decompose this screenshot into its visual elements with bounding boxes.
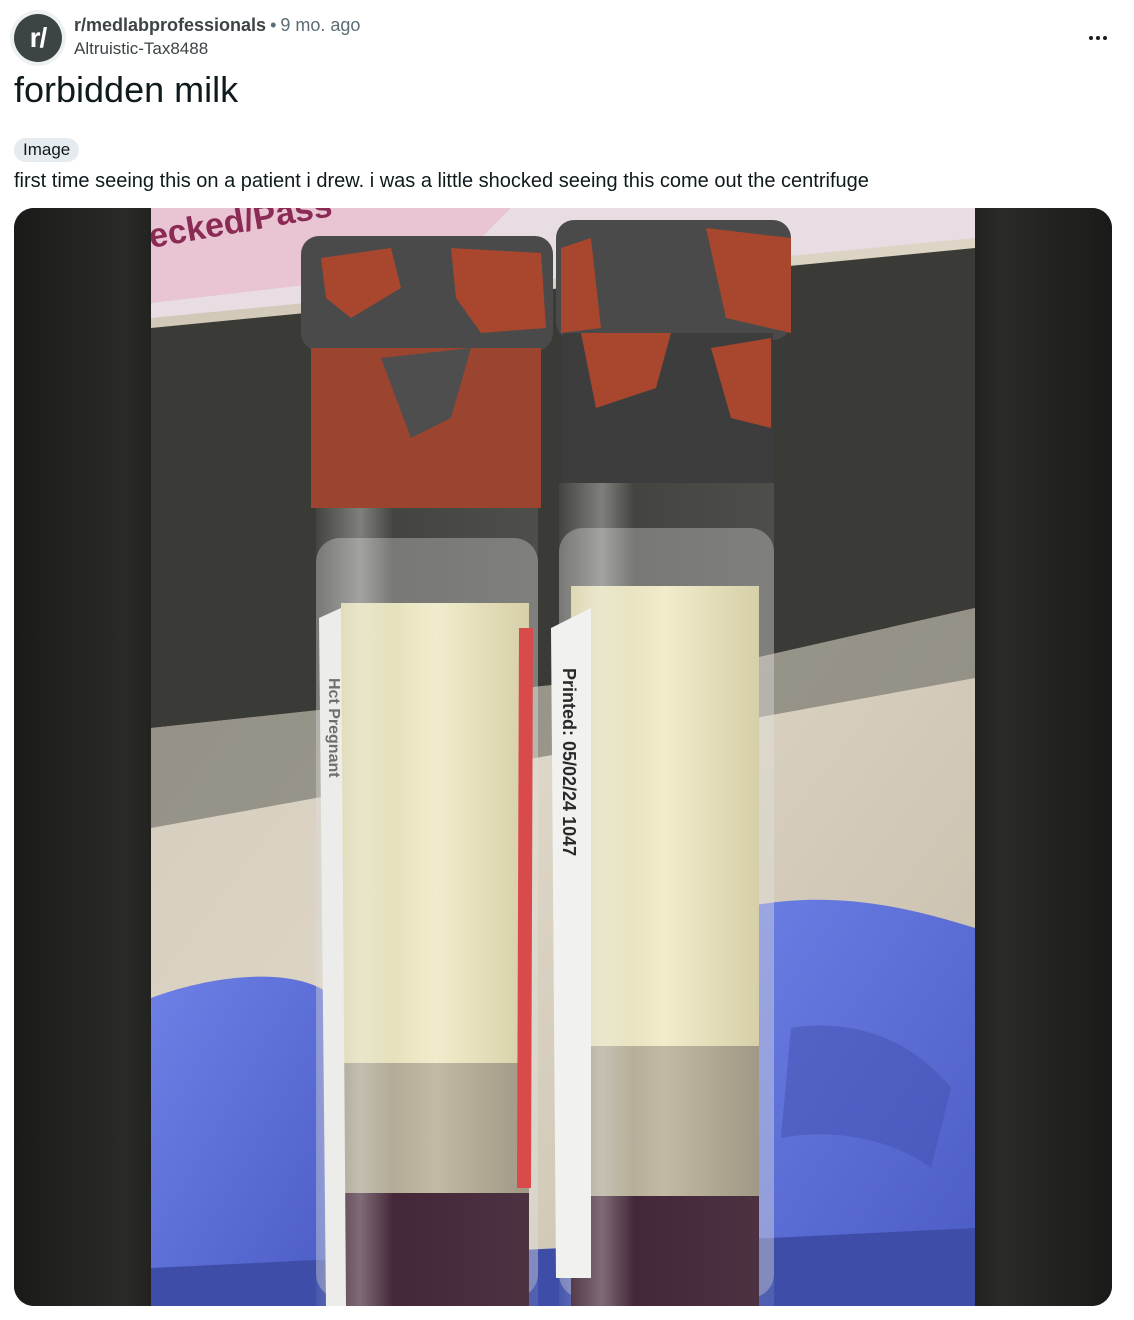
subreddit-avatar[interactable]: r/: [14, 14, 62, 62]
more-options-icon-dot: [1103, 36, 1107, 40]
blood-tubes-photo: ecked/Pass Printed: 05/02/24 1047 Hct Pr…: [151, 208, 975, 1306]
post-meta: r/medlabprofessionals • 9 mo. ago Altruist…: [74, 14, 360, 60]
post-body: first time seeing this on a patient i dr…: [14, 170, 869, 192]
post-card: r/ r/medlabprofessionals • 9 mo. ago Altru…: [0, 0, 1134, 1320]
subreddit-link[interactable]: r/medlabprofessionals: [74, 15, 266, 35]
meta-separator: •: [270, 15, 277, 35]
tube-label-text: Printed: 05/02/24 1047: [559, 668, 579, 856]
right-tube: Printed: 05/02/24 1047: [551, 220, 791, 1306]
author-link[interactable]: Altruistic-Tax8488: [74, 38, 360, 60]
more-options-icon-dot: [1096, 36, 1100, 40]
more-options-icon: [1089, 36, 1093, 40]
post-flair[interactable]: Image: [14, 138, 80, 162]
left-tube-label-text: Hct Pregnant: [325, 678, 342, 778]
post-image[interactable]: ecked/Pass Printed: 05/02/24 1047 Hct Pr…: [14, 208, 1112, 1306]
post-age: 9 mo. ago: [280, 15, 361, 35]
more-options-button[interactable]: [1084, 24, 1112, 52]
post-title[interactable]: forbidden milk: [14, 68, 238, 112]
